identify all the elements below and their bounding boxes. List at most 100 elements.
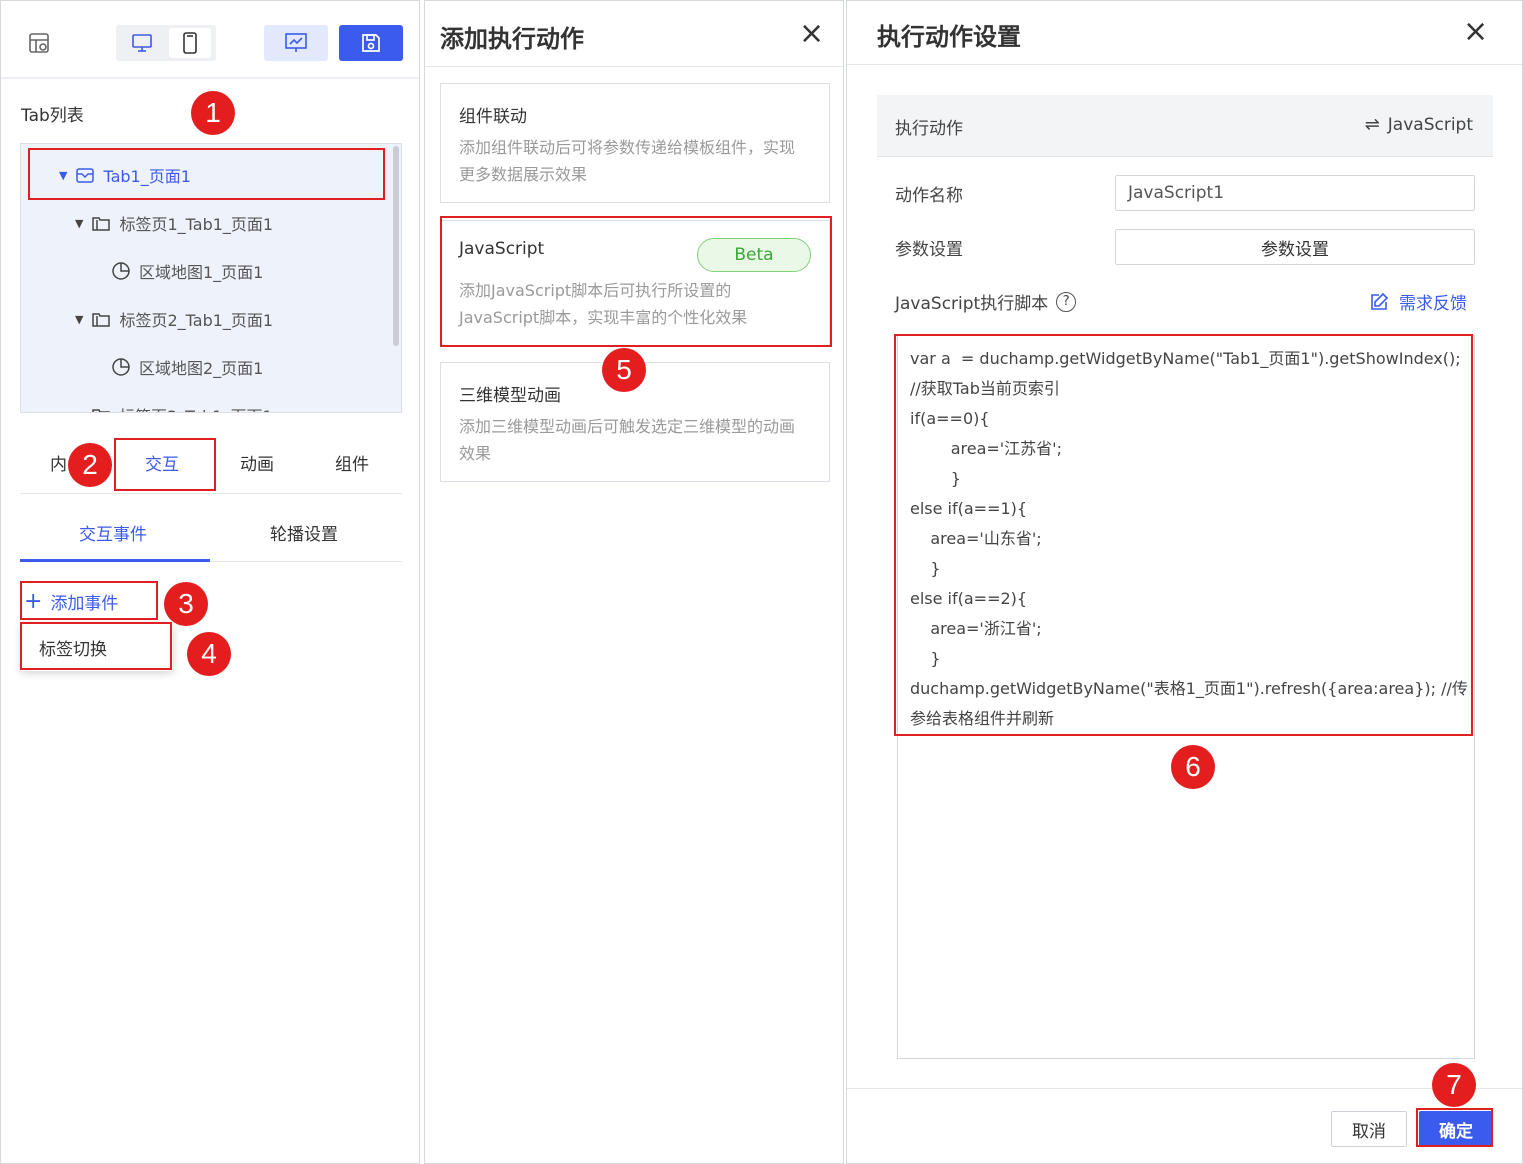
tree-item-label: 区域地图2_页面1: [139, 359, 264, 378]
caret-down-icon[interactable]: ▼: [75, 313, 83, 326]
action-settings-panel: 执行动作设置 × 执行动作 ⇌ JavaScript 动作名称 JavaScri…: [846, 0, 1523, 1164]
action-card-javascript[interactable]: JavaScript Beta 添加JavaScript脚本后可执行所设置的Ja…: [440, 220, 830, 346]
card-desc: 添加三维模型动画后可触发选定三维模型的动画效果: [459, 417, 796, 463]
caret-down-icon[interactable]: ▼: [75, 217, 83, 230]
card-desc: 添加JavaScript脚本后可执行所设置的JavaScript脚本，实现丰富的…: [459, 281, 748, 327]
folder-icon: [91, 310, 111, 328]
param-settings-button[interactable]: 参数设置: [1115, 229, 1475, 265]
action-label: 执行动作: [895, 119, 963, 139]
preview-icon: [285, 33, 307, 52]
close-icon[interactable]: ×: [799, 19, 824, 49]
tab-animation[interactable]: 动画: [240, 450, 274, 475]
tab-content[interactable]: 内: [50, 450, 67, 475]
code-line: else if(a==1){: [910, 499, 1028, 518]
tab-interaction[interactable]: 交互: [145, 450, 179, 475]
feedback-link[interactable]: 需求反馈: [1369, 289, 1467, 314]
tree-item-label: 标签页3_Tab1_页面1: [119, 403, 273, 412]
left-panel: Tab列表 ▼ Tab1_页面1 ▼ 标签页1_Tab1_页面1 区域地图1_页…: [0, 0, 420, 1164]
name-label: 动作名称: [895, 186, 963, 206]
card-desc: 添加组件联动后可将参数传递给模板组件，实现更多数据展示效果: [459, 138, 796, 184]
code-line: else if(a==2){: [910, 589, 1028, 608]
action-type-row: 执行动作 ⇌ JavaScript: [877, 95, 1493, 157]
dropdown-item-label: 标签切换: [39, 639, 107, 660]
subtab-carousel[interactable]: 轮播设置: [270, 520, 338, 545]
code-line: if(a==0){: [910, 409, 990, 428]
script-label-text: JavaScript执行脚本: [895, 294, 1049, 314]
step-badge: 4: [187, 632, 231, 676]
tab-list-title: Tab列表: [21, 106, 84, 126]
panel-header: 添加执行动作 ×: [425, 1, 843, 67]
code-line: area='江苏省';: [910, 439, 1062, 458]
step-badge: 1: [191, 91, 235, 135]
tree-item-label: 标签页1_Tab1_页面1: [119, 215, 274, 234]
tab-tree: ▼ Tab1_页面1 ▼ 标签页1_Tab1_页面1 区域地图1_页面1 ▼ 标…: [20, 143, 402, 413]
event-dropdown-item[interactable]: 标签切换: [21, 623, 173, 671]
code-line: }: [910, 469, 961, 488]
active-tab-indicator: [20, 559, 210, 562]
add-event-label: 添加事件: [50, 593, 119, 614]
pie-chart-icon: [111, 261, 131, 281]
script-code: var a = duchamp.getWidgetByName("Tab1_页面…: [910, 344, 1470, 734]
param-label: 参数设置: [895, 240, 963, 260]
add-action-panel: 添加执行动作 × 组件联动 添加组件联动后可将参数传递给模板组件，实现更多数据展…: [424, 0, 844, 1164]
plus-icon: +: [24, 588, 43, 614]
tab-component[interactable]: 组件: [335, 450, 369, 475]
tree-item-label: 标签页2_Tab1_页面1: [119, 311, 274, 330]
tree-item-label: 区域地图1_页面1: [139, 263, 264, 282]
tree-item-tabpage2[interactable]: ▼ 标签页2_Tab1_页面1: [21, 295, 391, 343]
tree-item-tab1[interactable]: ▼ Tab1_页面1: [21, 151, 391, 199]
tree-item-map1[interactable]: 区域地图1_页面1: [21, 247, 391, 295]
subtab-events[interactable]: 交互事件: [79, 520, 147, 545]
caret-down-icon[interactable]: ▼: [59, 169, 67, 182]
beta-badge: Beta: [697, 238, 811, 272]
folder-icon: [91, 406, 111, 412]
action-card-linkage[interactable]: 组件联动 添加组件联动后可将参数传递给模板组件，实现更多数据展示效果: [440, 83, 830, 203]
code-line: area='山东省';: [910, 529, 1042, 548]
card-title: JavaScript: [459, 239, 545, 259]
help-icon[interactable]: ?: [1056, 291, 1077, 312]
panel-title: 添加执行动作: [440, 25, 584, 53]
cancel-button[interactable]: 取消: [1331, 1111, 1407, 1147]
card-title: 组件联动: [459, 107, 527, 127]
pie-chart-icon: [111, 357, 131, 377]
save-icon: [362, 34, 380, 52]
action-value: ⇌ JavaScript: [1365, 114, 1473, 135]
code-line: //获取Tab当前页索引: [910, 379, 1060, 398]
code-line: }: [910, 649, 941, 668]
mobile-icon[interactable]: [169, 28, 211, 58]
tab-container-icon: [75, 166, 95, 184]
step-badge: 2: [68, 443, 112, 487]
layout-icon[interactable]: [23, 27, 55, 59]
tree-item-tabpage1[interactable]: ▼ 标签页1_Tab1_页面1: [21, 199, 391, 247]
dialog-footer: 取消 确定: [847, 1088, 1522, 1164]
confirm-button[interactable]: 确定: [1419, 1111, 1493, 1147]
folder-icon: [91, 214, 111, 232]
tree-item-tabpage3[interactable]: 标签页3_Tab1_页面1: [21, 391, 391, 412]
script-editor[interactable]: var a = duchamp.getWidgetByName("Tab1_页面…: [897, 335, 1475, 1059]
step-badge: 3: [164, 582, 208, 626]
code-line: var a = duchamp.getWidgetByName("Tab1_页面…: [910, 349, 1461, 368]
step-badge: 7: [1432, 1063, 1476, 1107]
device-toggle: [116, 25, 216, 61]
panel-header: 执行动作设置 ×: [847, 1, 1522, 65]
desktop-icon[interactable]: [121, 28, 163, 58]
save-button[interactable]: [339, 25, 403, 61]
preview-button[interactable]: [264, 25, 328, 61]
tree-scrollbar[interactable]: [393, 146, 399, 346]
toolbar: [1, 1, 419, 79]
action-name-input[interactable]: JavaScript1: [1115, 175, 1475, 211]
tree-item-label: Tab1_页面1: [103, 167, 191, 186]
edit-icon: [1371, 292, 1389, 310]
script-label: JavaScript执行脚本 ?: [895, 289, 1077, 314]
action-value-text: JavaScript: [1387, 114, 1473, 135]
feedback-label: 需求反馈: [1399, 294, 1467, 314]
step-badge: 6: [1171, 745, 1215, 789]
card-title: 三维模型动画: [459, 386, 561, 406]
close-icon[interactable]: ×: [1463, 17, 1488, 47]
code-line: duchamp.getWidgetByName("表格1_页面1").refre…: [910, 679, 1468, 698]
code-line: area='浙江省';: [910, 619, 1042, 638]
tree-item-map2[interactable]: 区域地图2_页面1: [21, 343, 391, 391]
step-badge: 5: [602, 348, 646, 392]
swap-icon: ⇌: [1364, 114, 1380, 135]
add-event-button[interactable]: + 添加事件: [20, 583, 158, 619]
